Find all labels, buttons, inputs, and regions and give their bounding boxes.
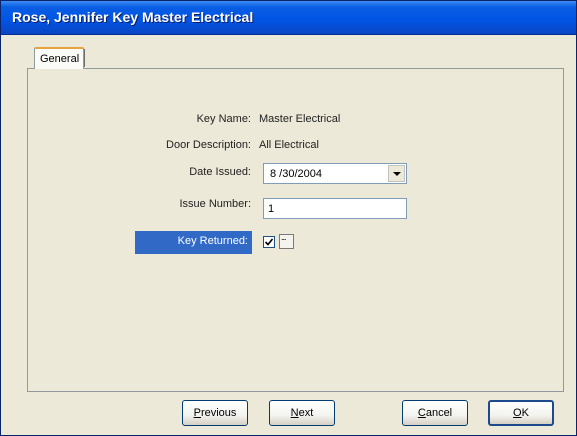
previous-button-label: revious [200, 407, 237, 419]
key-returned-ellipsis-button[interactable]: ... [279, 232, 294, 249]
next-button[interactable]: Next [269, 400, 335, 426]
ok-button-label: K [521, 407, 529, 419]
dialog-window: Rose, Jennifer Key Master Electrical Gen… [0, 0, 577, 436]
key-name-label: Key Name: [196, 113, 251, 125]
date-issued-label: Date Issued: [189, 166, 251, 178]
cancel-button[interactable]: Cancel [402, 400, 468, 426]
checkmark-icon [264, 238, 274, 246]
title-bar[interactable]: Rose, Jennifer Key Master Electrical [1, 1, 576, 35]
ok-button-mnemonic: O [513, 407, 522, 419]
ellipsis-icon: ... [281, 232, 286, 242]
key-returned-checkbox[interactable] [263, 236, 275, 248]
window-title: Rose, Jennifer Key Master Electrical [12, 9, 254, 25]
issue-number-label: Issue Number: [179, 198, 251, 210]
tab-general-label: General [40, 53, 80, 65]
next-button-mnemonic: N [290, 407, 299, 419]
tab-divider [84, 49, 85, 67]
key-returned-label: Key Returned: [177, 235, 248, 247]
chevron-down-icon[interactable] [388, 165, 405, 182]
door-description-value: All Electrical [259, 139, 319, 151]
date-issued-dropdown[interactable]: 8 /30/2004 [263, 163, 407, 184]
key-returned-label-highlight: Key Returned: [135, 231, 252, 254]
key-name-value: Master Electrical [259, 113, 341, 125]
next-button-label: ext [298, 407, 314, 419]
door-description-label: Door Description: [166, 139, 251, 151]
issue-number-value: 1 [268, 203, 275, 215]
tab-general[interactable]: General [34, 47, 84, 69]
previous-button-mnemonic: P [193, 407, 201, 419]
cancel-button-label: ancel [425, 407, 453, 419]
date-issued-value: 8 /30/2004 [270, 168, 322, 180]
cancel-button-mnemonic: C [417, 407, 426, 419]
issue-number-input[interactable]: 1 [263, 198, 407, 219]
ok-button[interactable]: OK [488, 400, 554, 426]
previous-button[interactable]: Previous [182, 400, 248, 426]
